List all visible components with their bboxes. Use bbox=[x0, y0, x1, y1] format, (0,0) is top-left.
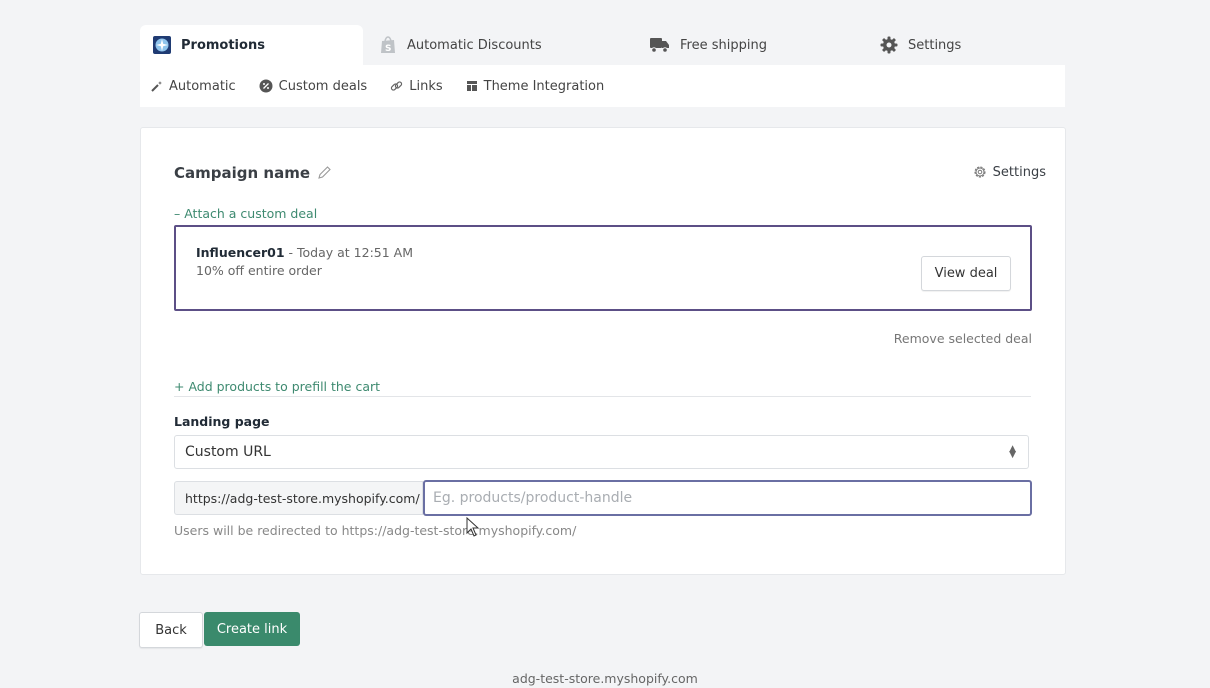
divider bbox=[174, 396, 1031, 397]
landing-page-label: Landing page bbox=[174, 414, 270, 429]
back-button[interactable]: Back bbox=[139, 612, 203, 648]
campaign-name-heading[interactable]: Campaign name bbox=[174, 164, 332, 182]
svg-text:S: S bbox=[385, 44, 391, 54]
remove-deal-link[interactable]: Remove selected deal bbox=[894, 331, 1032, 346]
main-tabs: Promotions S Automatic Discounts Free sh… bbox=[140, 25, 1065, 65]
url-prefix: https://adg-test-store.myshopify.com/ bbox=[174, 481, 423, 515]
mouse-cursor-icon bbox=[466, 516, 480, 541]
pencil-icon[interactable] bbox=[316, 165, 332, 181]
app-logo-icon bbox=[153, 36, 171, 54]
tab-label: Settings bbox=[908, 37, 962, 53]
tab-free-shipping[interactable]: Free shipping bbox=[635, 25, 865, 65]
subnav-label: Links bbox=[409, 78, 443, 94]
deal-timestamp: - Today at 12:51 AM bbox=[284, 245, 413, 260]
campaign-name: Campaign name bbox=[174, 164, 311, 182]
subnav-label: Theme Integration bbox=[483, 78, 605, 94]
url-path-input[interactable] bbox=[423, 480, 1032, 516]
subnav-label: Custom deals bbox=[278, 78, 368, 94]
link-icon bbox=[390, 80, 403, 93]
sub-navigation: Automatic Custom deals Links Theme Integ… bbox=[140, 65, 1065, 107]
magic-wand-icon bbox=[151, 80, 163, 92]
view-deal-button[interactable]: View deal bbox=[921, 256, 1011, 291]
subnav-links[interactable]: Links bbox=[390, 78, 443, 94]
tab-label: Promotions bbox=[181, 37, 265, 53]
deal-name: Influencer01 bbox=[196, 245, 285, 260]
tab-promotions[interactable]: Promotions bbox=[140, 25, 363, 65]
attach-deal-toggle[interactable]: – Attach a custom deal bbox=[174, 206, 317, 221]
tab-automatic-discounts[interactable]: S Automatic Discounts bbox=[363, 25, 635, 65]
gear-outline-icon bbox=[972, 164, 988, 180]
gear-icon bbox=[880, 36, 898, 54]
select-arrows-icon: ▲ ▼ bbox=[1009, 444, 1016, 460]
tab-settings[interactable]: Settings bbox=[865, 25, 1065, 65]
store-domain-footer: adg-test-store.myshopify.com bbox=[512, 671, 698, 686]
subnav-theme-integration[interactable]: Theme Integration bbox=[466, 78, 605, 94]
subnav-label: Automatic bbox=[169, 78, 236, 94]
shopify-bag-icon: S bbox=[379, 36, 397, 54]
add-products-link[interactable]: + Add products to prefill the cart bbox=[174, 379, 380, 394]
create-link-button[interactable]: Create link bbox=[204, 612, 300, 646]
select-value: Custom URL bbox=[185, 444, 271, 460]
layout-icon bbox=[466, 80, 478, 92]
deal-title: Influencer01 - Today at 12:51 AM bbox=[196, 245, 413, 260]
subnav-automatic[interactable]: Automatic bbox=[151, 79, 236, 94]
subnav-custom-deals[interactable]: Custom deals bbox=[259, 78, 368, 94]
deal-description: 10% off entire order bbox=[196, 263, 322, 278]
badge-percent-icon bbox=[259, 79, 273, 93]
landing-page-select[interactable]: Custom URL ▲ ▼ bbox=[174, 435, 1029, 469]
campaign-settings-link[interactable]: Settings bbox=[972, 164, 1046, 180]
campaign-card: Campaign name Settings – Attach a custom… bbox=[140, 127, 1066, 575]
settings-label: Settings bbox=[992, 164, 1046, 180]
tab-label: Free shipping bbox=[680, 37, 767, 53]
selected-deal-box: Influencer01 - Today at 12:51 AM 10% off… bbox=[174, 225, 1032, 311]
tab-label: Automatic Discounts bbox=[407, 37, 542, 53]
redirect-help-text: Users will be redirected to https://adg-… bbox=[174, 523, 577, 538]
truck-icon bbox=[650, 36, 670, 54]
